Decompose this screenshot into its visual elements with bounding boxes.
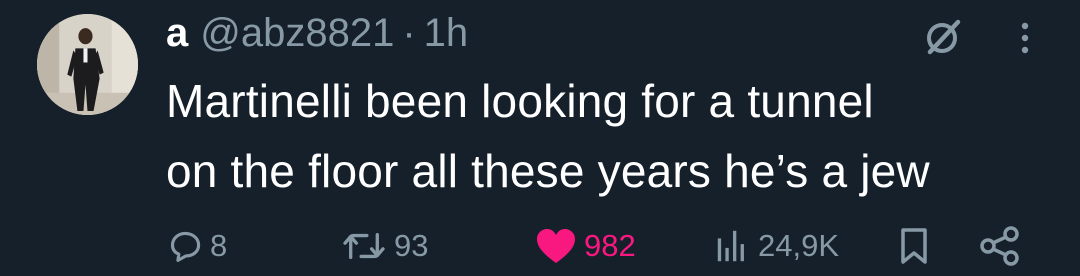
retweet-button[interactable]: 93 bbox=[340, 224, 428, 268]
reply-count: 8 bbox=[210, 228, 228, 263]
timestamp[interactable]: 1h bbox=[424, 8, 469, 58]
like-button[interactable]: 982 bbox=[534, 224, 636, 268]
share-button[interactable] bbox=[978, 224, 1022, 268]
avatar-photo bbox=[37, 14, 138, 115]
views-count: 24,9K bbox=[758, 228, 840, 263]
bookmark-button[interactable] bbox=[896, 224, 932, 268]
heart-filled-icon bbox=[537, 229, 575, 263]
views-bar-chart-icon bbox=[717, 230, 744, 262]
grok-slash-icon[interactable] bbox=[922, 16, 964, 58]
retweet-icon bbox=[343, 232, 385, 260]
avatar[interactable] bbox=[37, 14, 138, 115]
reply-button[interactable]: 8 bbox=[168, 224, 227, 268]
bookmark-icon bbox=[901, 228, 927, 264]
reply-bubble-icon bbox=[170, 231, 201, 262]
tweet-text: Martinelli been looking for a tunnel on … bbox=[166, 75, 930, 197]
like-count: 982 bbox=[584, 228, 636, 263]
views-button[interactable]: 24,9K bbox=[714, 224, 839, 268]
display-name[interactable]: a bbox=[166, 8, 188, 58]
action-bar: 8 93 982 24,9K bbox=[0, 218, 1080, 274]
retweet-count: 93 bbox=[394, 228, 429, 263]
user-handle[interactable]: @abz8821 bbox=[200, 8, 394, 58]
share-icon bbox=[980, 226, 1019, 266]
separator-dot: · bbox=[402, 11, 416, 55]
tweet-header: a @abz8821 · 1h bbox=[166, 8, 468, 58]
more-vertical-icon[interactable] bbox=[1010, 18, 1040, 58]
